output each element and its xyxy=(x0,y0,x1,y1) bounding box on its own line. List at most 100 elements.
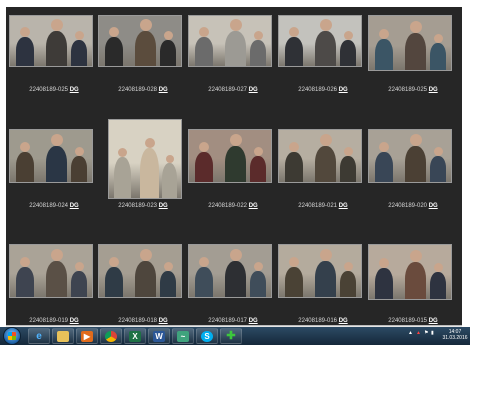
skype-icon: S xyxy=(201,331,213,342)
photo-thumbnail[interactable] xyxy=(188,244,272,298)
taskbar-chrome[interactable] xyxy=(100,328,122,344)
photo-thumbnail[interactable] xyxy=(9,129,93,183)
media-player-icon: ▶ xyxy=(81,331,93,342)
person-figure xyxy=(135,19,156,66)
photo-tag-link[interactable]: DG xyxy=(429,318,438,324)
photo-tag-link[interactable]: DG xyxy=(159,318,168,324)
person-figure xyxy=(71,147,87,182)
taskbar-plus-app[interactable]: ✚ xyxy=(220,328,242,344)
photo-id: 22408189-025 xyxy=(388,87,428,93)
person-figure xyxy=(340,31,356,66)
photo-thumbnail[interactable] xyxy=(9,244,93,298)
photo-thumbnail[interactable] xyxy=(98,15,182,67)
photo-caption: 22408189-024 DG xyxy=(11,203,97,210)
start-button[interactable] xyxy=(4,328,20,344)
clock-date: 31.03.2016 xyxy=(442,335,468,341)
photo-id: 22408189-027 xyxy=(208,87,248,93)
green-plus-icon: ✚ xyxy=(226,330,236,342)
taskbar-skype[interactable]: S xyxy=(196,328,218,344)
taskbar-file-explorer[interactable] xyxy=(52,328,74,344)
photo-id: 22408189-022 xyxy=(208,203,248,209)
photo-thumbnail[interactable] xyxy=(368,244,452,300)
person-figure xyxy=(195,142,213,182)
person-figure xyxy=(250,31,266,66)
photo-tag-link[interactable]: DG xyxy=(159,87,168,93)
person-figure xyxy=(114,147,131,198)
photo-caption: 22408189-016 DG xyxy=(280,318,366,325)
person-figure xyxy=(160,31,176,66)
person-figure xyxy=(340,147,356,182)
photo-tag-link[interactable]: DG xyxy=(339,203,348,209)
tray-flag-icon[interactable]: ⚑ xyxy=(424,330,428,336)
photo-id: 22408189-021 xyxy=(298,203,338,209)
photo-thumbnail[interactable] xyxy=(9,15,93,67)
person-figure xyxy=(162,154,177,198)
person-figure xyxy=(250,262,266,297)
person-figure xyxy=(250,147,266,182)
photo-thumbnail[interactable] xyxy=(108,119,182,199)
photo-caption: 22408189-027 DG xyxy=(190,87,276,94)
internet-explorer-icon: e xyxy=(36,331,42,342)
photo-tag-link[interactable]: DG xyxy=(249,87,258,93)
photo-tag-link[interactable]: DG xyxy=(70,87,79,93)
photo-caption: 22408189-025 DG xyxy=(11,87,97,94)
photo-thumbnail[interactable] xyxy=(188,129,272,183)
photo-tag-link[interactable]: DG xyxy=(429,203,438,209)
person-figure xyxy=(430,263,446,299)
photo-tag-link[interactable]: DG xyxy=(339,318,348,324)
person-figure xyxy=(225,134,246,182)
photo-thumbnail[interactable] xyxy=(368,129,452,183)
photo-thumbnail[interactable] xyxy=(278,15,362,67)
taskbar-clock[interactable]: 14:07 31.03.2016 xyxy=(440,329,470,341)
taskbar-media-player[interactable]: ▶ xyxy=(76,328,98,344)
windows-taskbar: e ▶ X W ~ S ✚ ▲ ▲ ⚑ ▮ 14:07 31.03.2016 xyxy=(0,327,470,345)
person-figure xyxy=(46,19,67,66)
photo-gallery: 22408189-025 DG 22408189-028 DG 22408189-0… xyxy=(6,7,462,325)
desktop-screen: 22408189-025 DG 22408189-028 DG 22408189-0… xyxy=(0,0,470,345)
photo-tag-link[interactable]: DG xyxy=(70,318,79,324)
person-figure xyxy=(340,262,356,297)
person-figure xyxy=(430,147,446,182)
photo-thumbnail[interactable] xyxy=(278,129,362,183)
tray-warning-icon[interactable]: ▲ xyxy=(416,330,421,336)
photo-tag-link[interactable]: DG xyxy=(249,318,258,324)
person-figure xyxy=(16,142,34,182)
photo-id: 22408189-028 xyxy=(118,87,158,93)
person-figure xyxy=(285,142,303,182)
photo-caption: 22408189-020 DG xyxy=(370,203,456,210)
person-figure xyxy=(285,257,303,297)
person-figure xyxy=(315,249,336,297)
photo-thumbnail[interactable] xyxy=(368,15,452,71)
photo-id: 22408189-018 xyxy=(118,318,158,324)
photo-caption: 22408189-017 DG xyxy=(190,318,276,325)
tray-up-arrow-icon[interactable]: ▲ xyxy=(408,330,413,336)
photo-tag-link[interactable]: DG xyxy=(249,203,258,209)
photo-thumbnail[interactable] xyxy=(98,244,182,298)
tray-network-icon[interactable]: ▮ xyxy=(431,330,434,336)
photo-id: 22408189-015 xyxy=(388,318,428,324)
photo-thumbnail[interactable] xyxy=(188,15,272,67)
photo-thumbnail[interactable] xyxy=(278,244,362,298)
person-figure xyxy=(71,262,87,297)
person-figure xyxy=(71,31,87,66)
person-figure xyxy=(46,249,67,297)
excel-icon: X xyxy=(129,331,141,342)
photo-tag-link[interactable]: DG xyxy=(159,203,168,209)
person-figure xyxy=(430,34,446,70)
photo-caption: 22408189-028 DG xyxy=(100,87,186,94)
taskbar-word[interactable]: W xyxy=(148,328,170,344)
photo-tag-link[interactable]: DG xyxy=(70,203,79,209)
photo-tag-link[interactable]: DG xyxy=(429,87,438,93)
photo-caption: 22408189-022 DG xyxy=(190,203,276,210)
chrome-icon xyxy=(105,331,117,342)
photo-tag-link[interactable]: DG xyxy=(339,87,348,93)
taskbar-internet-explorer[interactable]: e xyxy=(28,328,50,344)
photo-caption: 22408189-026 DG xyxy=(280,87,366,94)
photo-caption: 22408189-015 DG xyxy=(370,318,456,325)
taskbar-excel[interactable]: X xyxy=(124,328,146,344)
sway-icon: ~ xyxy=(177,331,189,342)
photo-id: 22408189-016 xyxy=(298,318,338,324)
person-figure xyxy=(46,134,67,182)
taskbar-sway[interactable]: ~ xyxy=(172,328,194,344)
person-figure xyxy=(105,257,123,297)
